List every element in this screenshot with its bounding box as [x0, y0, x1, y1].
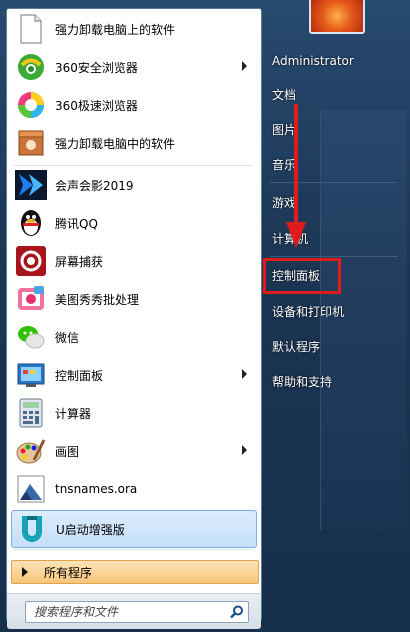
- pictures-link[interactable]: 图片: [272, 117, 296, 143]
- program-item-uninstall-pc[interactable]: 强力卸载电脑上的软件: [11, 11, 257, 47]
- browser-360-icon: [15, 51, 47, 83]
- all-programs-button[interactable]: 所有程序: [11, 560, 259, 584]
- program-label: 画图: [55, 444, 80, 459]
- highlight-box: [263, 258, 341, 294]
- default-programs-link[interactable]: 默认程序: [272, 334, 320, 360]
- program-item-qq[interactable]: 腾讯QQ: [11, 205, 257, 241]
- submenu-arrow-icon[interactable]: [242, 369, 247, 379]
- program-label: U启动增强版: [56, 522, 125, 537]
- program-item-calculator[interactable]: 计算器: [11, 395, 257, 431]
- documents-link[interactable]: 文档: [272, 82, 296, 108]
- program-label: 强力卸载电脑中的软件: [55, 136, 176, 151]
- search-icon[interactable]: [230, 605, 244, 622]
- program-item-control-panel[interactable]: 控制面板: [11, 357, 257, 393]
- photo-batch-icon: [15, 283, 47, 315]
- paint-icon: [15, 435, 47, 467]
- program-label: 计算器: [55, 406, 92, 421]
- control-panel-icon: [15, 359, 47, 391]
- submenu-arrow-icon[interactable]: [242, 61, 247, 71]
- program-item-360-speed-browser[interactable]: 360极速浏览器: [11, 87, 257, 123]
- program-item-360-browser[interactable]: 360安全浏览器: [11, 49, 257, 85]
- document-icon: [15, 13, 47, 45]
- expand-arrow-icon: [22, 567, 28, 577]
- program-label: 美图秀秀批处理: [55, 292, 140, 307]
- file-icon: [15, 473, 47, 505]
- program-item-video-editor[interactable]: 会声会影2019: [11, 167, 257, 203]
- wechat-icon: [15, 321, 47, 353]
- program-label: 控制面板: [55, 368, 104, 383]
- user-avatar[interactable]: [309, 0, 365, 34]
- search-box[interactable]: [25, 601, 249, 623]
- program-label: 会声会影2019: [55, 178, 134, 193]
- program-label: 360安全浏览器: [55, 60, 138, 75]
- divider: [270, 182, 398, 183]
- computer-link[interactable]: 计算机: [272, 226, 308, 252]
- search-bar: [7, 593, 261, 629]
- divider: [270, 256, 398, 257]
- divider: [13, 549, 253, 550]
- program-label: tnsnames.ora: [55, 482, 138, 496]
- programs-panel: 强力卸载电脑上的软件 360安全浏览器 360极速浏览器 强力卸载电脑中的软件 …: [6, 8, 262, 629]
- devices-printers-link[interactable]: 设备和打印机: [272, 299, 344, 325]
- games-link[interactable]: 游戏: [272, 190, 296, 216]
- help-support-link[interactable]: 帮助和支持: [272, 369, 332, 395]
- calculator-icon: [15, 397, 47, 429]
- program-item-paint[interactable]: 画图: [11, 433, 257, 469]
- program-item-u-boot[interactable]: U启动增强版: [11, 510, 257, 548]
- program-item-tnsnames[interactable]: tnsnames.ora: [11, 471, 257, 507]
- uninstall-box-icon: [15, 127, 47, 159]
- program-item-uninstall-box[interactable]: 强力卸载电脑中的软件: [11, 125, 257, 161]
- program-item-photo-batch[interactable]: 美图秀秀批处理: [11, 281, 257, 317]
- qq-penguin-icon: [15, 207, 47, 239]
- u-boot-icon: [16, 513, 48, 545]
- music-link[interactable]: 音乐: [272, 152, 296, 178]
- search-input[interactable]: [32, 602, 226, 622]
- browser-360-speed-icon: [15, 89, 47, 121]
- program-label: 360极速浏览器: [55, 98, 138, 113]
- program-label: 强力卸载电脑上的软件: [55, 22, 176, 37]
- all-programs-label: 所有程序: [44, 565, 93, 580]
- submenu-arrow-icon[interactable]: [242, 445, 247, 455]
- program-item-wechat[interactable]: 微信: [11, 319, 257, 355]
- screen-capture-icon: [15, 245, 47, 277]
- user-name-link[interactable]: Administrator: [272, 48, 354, 74]
- program-label: 微信: [55, 330, 80, 345]
- program-label: 屏幕捕获: [55, 254, 104, 269]
- program-label: 腾讯QQ: [55, 216, 98, 231]
- video-editor-icon: [15, 169, 47, 201]
- program-item-screen-capture[interactable]: 屏幕捕获: [11, 243, 257, 279]
- divider: [13, 165, 253, 166]
